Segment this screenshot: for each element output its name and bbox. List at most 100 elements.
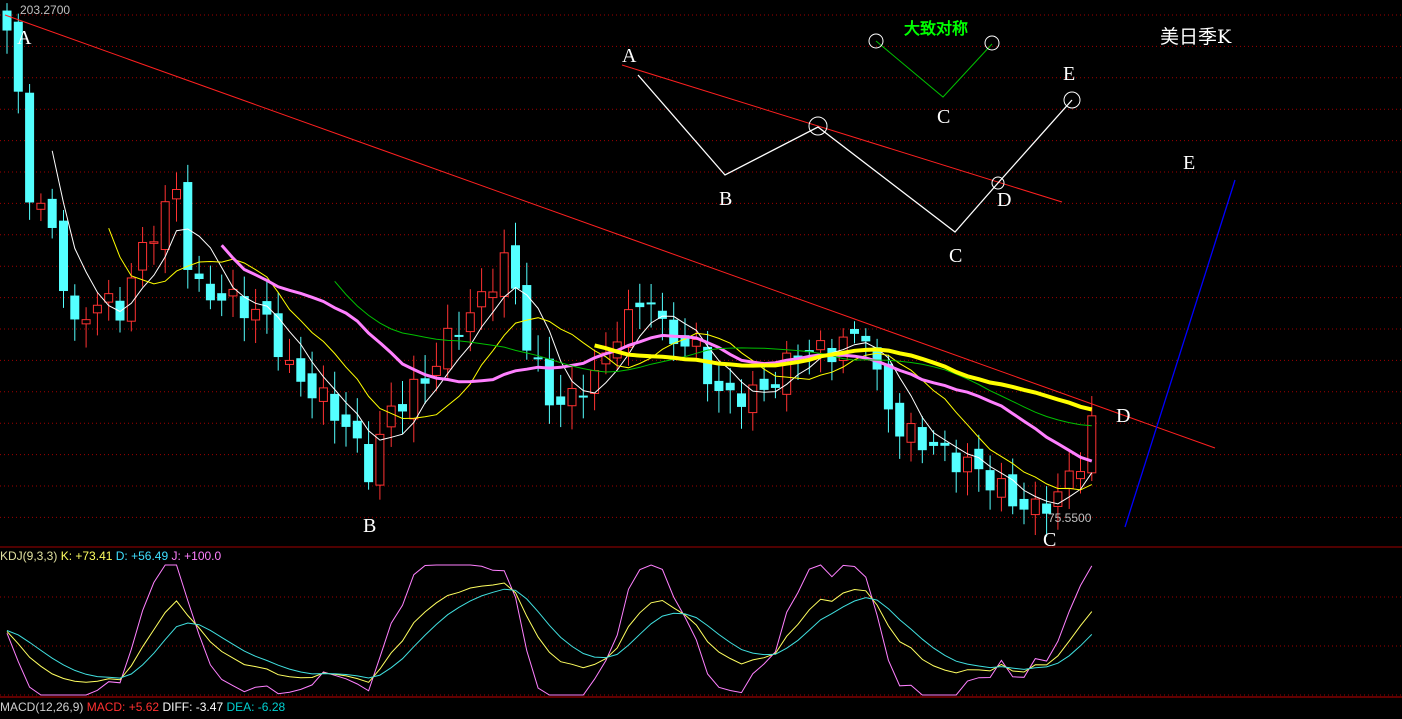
macd-legend: MACD(12,26,9) MACD: +5.62 DIFF: -3.47 DE… xyxy=(0,700,285,714)
candle-down xyxy=(759,378,769,390)
annotation-symmetric: 大致对称 xyxy=(904,19,968,38)
candle-down xyxy=(985,470,995,491)
kdj-k: K: +73.41 xyxy=(61,549,113,563)
candles xyxy=(2,3,1097,537)
candle-down xyxy=(725,382,735,391)
candle-down xyxy=(929,441,939,446)
candle-up xyxy=(499,252,509,297)
candle-down xyxy=(2,10,12,31)
schematic-trendline xyxy=(621,64,1063,203)
wave-label-c: C xyxy=(1043,529,1056,551)
candle-up xyxy=(431,365,441,376)
candle-down xyxy=(183,182,193,270)
schematic-label-c-top: C xyxy=(937,106,950,128)
schematic-label-d: D xyxy=(997,189,1011,211)
candle-down xyxy=(895,402,905,437)
candle-down xyxy=(940,442,950,446)
candle-down xyxy=(1019,498,1029,510)
wave-label-e: E xyxy=(1183,152,1195,174)
macd-label: MACD(12,26,9) xyxy=(0,700,83,714)
candle-down xyxy=(364,444,374,483)
chart-title: 美日季K xyxy=(1160,26,1232,48)
candle-up xyxy=(160,201,170,251)
candle-down xyxy=(420,378,430,384)
kdj-legend: KDJ(9,3,3) K: +73.41 D: +56.49 J: +100.0 xyxy=(0,549,222,563)
candle-up xyxy=(318,387,328,402)
candle-down xyxy=(533,357,543,360)
kdj-j: J: +100.0 xyxy=(171,549,221,563)
candle-down xyxy=(578,395,588,398)
macd-dea: DEA: -6.28 xyxy=(226,700,285,714)
candle-up xyxy=(36,202,46,210)
candle-down xyxy=(341,414,351,427)
schematic-label-e: E xyxy=(1063,63,1075,85)
candle-down xyxy=(398,404,407,412)
symmetry-line xyxy=(875,40,993,98)
candle-up xyxy=(409,378,419,420)
candle-up xyxy=(477,291,487,308)
kdj-lines xyxy=(6,564,1093,696)
candle-down xyxy=(850,328,859,334)
candle-up xyxy=(488,291,498,299)
candle-up xyxy=(172,189,181,200)
wave-label-a: A xyxy=(17,27,32,49)
candle-up xyxy=(996,478,1006,498)
candle-down xyxy=(59,220,68,292)
candle-down xyxy=(703,346,713,385)
macd-value: MACD: +5.62 xyxy=(87,700,160,714)
candle-down xyxy=(307,373,317,399)
kdj-label: KDJ(9,3,3) xyxy=(0,549,57,563)
candle-down xyxy=(70,295,80,320)
candle-down xyxy=(296,358,306,382)
ma-10-line xyxy=(108,228,1093,491)
candle-up xyxy=(1030,498,1040,516)
candle-down xyxy=(669,319,679,345)
candle-up xyxy=(465,312,475,333)
schematic-label-a: A xyxy=(622,45,637,67)
schematic-label-b: B xyxy=(719,188,732,210)
candle-up xyxy=(386,405,396,428)
candle-down xyxy=(917,427,927,451)
candle-up xyxy=(92,304,102,314)
candle-down xyxy=(47,198,57,228)
candle-up xyxy=(624,309,633,348)
kdj-d: D: +56.49 xyxy=(116,549,169,563)
kdj-j-line xyxy=(6,564,1093,696)
candle-down xyxy=(262,301,272,315)
grid-lines xyxy=(0,14,1402,696)
candle-down xyxy=(25,92,35,203)
kdj-k-line xyxy=(6,582,1093,683)
candle-down xyxy=(511,245,520,289)
candle-up xyxy=(149,241,159,244)
candle-down xyxy=(974,448,984,470)
symmetry-circle xyxy=(984,35,1000,51)
wave-label-b: B xyxy=(363,515,376,537)
candle-up xyxy=(138,241,148,271)
price-min-label: 75.5500 xyxy=(1048,511,1092,525)
candle-down xyxy=(239,296,249,319)
candle-down xyxy=(883,363,893,410)
candle-up xyxy=(1064,470,1074,490)
candle-down xyxy=(556,396,566,405)
macd-diff: DIFF: -3.47 xyxy=(162,700,223,714)
candle-up xyxy=(1087,415,1097,474)
candle-up xyxy=(567,388,577,407)
candle-down xyxy=(205,283,215,301)
candle-up xyxy=(443,327,453,370)
schematic-label-c: C xyxy=(949,245,962,267)
price-max-label: 203.2700 xyxy=(20,3,70,17)
candle-up xyxy=(375,433,385,486)
candle-down xyxy=(714,380,724,392)
candle-down xyxy=(194,273,204,280)
candle-down xyxy=(352,420,362,439)
candle-down xyxy=(635,302,645,308)
candle-down xyxy=(115,300,125,321)
candle-down xyxy=(330,393,340,421)
candle-down xyxy=(951,452,961,473)
candle-up xyxy=(1076,471,1085,480)
stock-chart[interactable]: 大致对称 美日季K A B C D E C A B C D E 203.2700… xyxy=(0,0,1402,719)
candle-up xyxy=(963,456,972,473)
candle-up xyxy=(81,319,91,325)
candle-down xyxy=(544,358,554,406)
candle-down xyxy=(770,384,780,388)
